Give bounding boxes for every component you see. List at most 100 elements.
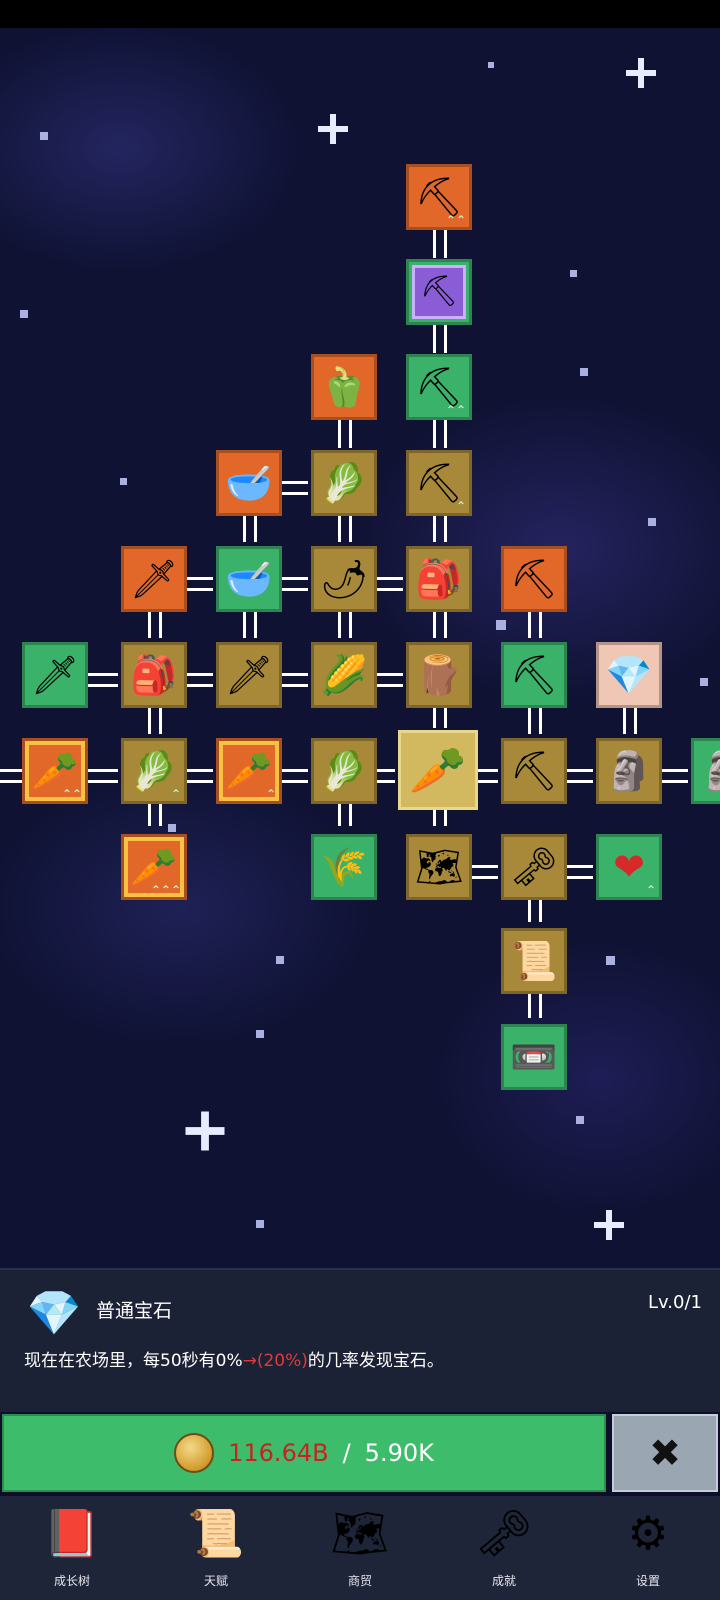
skill-node-cabbage[interactable]: 🥬 ⌃ xyxy=(121,738,187,804)
skill-node-pickaxe[interactable]: ⛏ xyxy=(501,642,567,708)
skill-node-cabbage[interactable]: 🥬 xyxy=(311,738,377,804)
current-coins: 116.64B xyxy=(228,1439,329,1467)
skill-node-wooden-staff[interactable]: 🪵 xyxy=(406,642,472,708)
sword-icon: 🗡 xyxy=(30,653,80,697)
skill-node-statue[interactable]: 🗿 xyxy=(596,738,662,804)
tree-link xyxy=(528,708,542,734)
skill-node-backpack[interactable]: 🎒 xyxy=(406,546,472,612)
tree-link xyxy=(433,708,447,728)
pickaxe-icon: ⛏ xyxy=(509,557,559,601)
skill-node-sword[interactable]: 🗡 xyxy=(121,546,187,612)
skill-node-wheat[interactable]: 🌾 xyxy=(311,834,377,900)
wooden-staff-icon: 🪵 xyxy=(415,653,463,697)
gear-icon: ⚙ xyxy=(627,1506,669,1560)
desc-arrow: → xyxy=(242,1351,257,1371)
gem-icon: 💎 xyxy=(605,653,653,697)
tree-link xyxy=(433,612,447,638)
tree-link xyxy=(243,612,257,638)
sword-icon: 🗡 xyxy=(224,653,274,697)
required-coins: 5.90K xyxy=(364,1439,434,1467)
skill-node-sword[interactable]: 🗡 xyxy=(216,642,282,708)
status-bar xyxy=(0,0,720,28)
skill-info-panel: 💎 普通宝石 Lv.0/1 现在在农场里，每50秒有0%→(20%)的几率发现宝… xyxy=(0,1268,720,1412)
upgrade-button[interactable]: 116.64B / 5.90K xyxy=(2,1414,606,1492)
wheat-icon: 🌾 xyxy=(320,845,368,889)
nav-label: 商贸 xyxy=(347,1574,372,1588)
skill-node-bell-pepper[interactable]: 🫑 xyxy=(311,354,377,420)
skill-node-shovel-rare[interactable]: ⛏ xyxy=(406,259,472,325)
skill-node-carrot-gold[interactable]: 🥕 ⌃⌃⌃ xyxy=(121,834,187,900)
skill-tree-viewport[interactable]: ⛏ ⌃⌃ ⛏ ⛏ ⌃⌃ 🫑 🥣 🥬 ⛏ ⌃ 🗡 🥣 🌶 🎒 ⛏ 🗡 🎒 🗡 🌽 🪵 ⛏… xyxy=(0,28,720,1268)
skill-node-carrot-gold[interactable]: 🥕 ⌃⌃ xyxy=(22,738,88,804)
skill-node-corn[interactable]: 🌽 xyxy=(311,642,377,708)
carrot-gold-icon: 🥕 xyxy=(225,749,273,793)
map-icon: 🗺 xyxy=(414,845,464,889)
skill-node-carrot-root[interactable]: 🥕 xyxy=(398,730,478,810)
nav-label: 天赋 xyxy=(203,1574,228,1588)
nav-label: 成长树 xyxy=(53,1574,90,1588)
skill-node-map[interactable]: 🗺 xyxy=(406,834,472,900)
key-icon: 🗝 xyxy=(474,1506,534,1560)
skill-node-shovel[interactable]: ⛏ ⌃⌃ xyxy=(406,354,472,420)
backpack-icon: 🎒 xyxy=(415,557,463,601)
nav-label: 成就 xyxy=(491,1574,516,1588)
carrot-gold-icon: 🥕 xyxy=(31,749,79,793)
heart-icon: ❤ xyxy=(613,845,645,889)
skill-level: Lv.0/1 xyxy=(648,1292,702,1313)
skill-node-key[interactable]: 🗝 xyxy=(501,834,567,900)
skill-node-pickaxe[interactable]: ⛏ xyxy=(501,738,567,804)
shovel-icon: ⛏ xyxy=(414,175,464,219)
skill-node-radish[interactable]: 🥬 xyxy=(311,450,377,516)
nav-achievements[interactable]: 🗝 成就 xyxy=(432,1496,576,1600)
tree-link xyxy=(86,673,118,687)
skill-node-bowl[interactable]: 🥣 xyxy=(216,546,282,612)
skill-tree: ⛏ ⌃⌃ ⛏ ⛏ ⌃⌃ 🫑 🥣 🥬 ⛏ ⌃ 🗡 🥣 🌶 🎒 ⛏ 🗡 🎒 🗡 🌽 🪵 ⛏… xyxy=(0,28,720,1268)
tree-link xyxy=(243,516,257,542)
coin-icon xyxy=(174,1433,215,1473)
bell-pepper-icon: 🫑 xyxy=(320,365,368,409)
tree-link xyxy=(148,708,162,734)
gem-icon: 💎 xyxy=(26,1288,82,1339)
skill-node-chili[interactable]: 🌶 xyxy=(311,546,377,612)
scroll-icon: 📜 xyxy=(510,939,558,983)
statue-icon: 🗿 xyxy=(700,752,720,790)
tree-link xyxy=(433,325,447,353)
skill-node-backpack[interactable]: 🎒 xyxy=(121,642,187,708)
book-icon: 📕 xyxy=(43,1506,101,1560)
tree-link xyxy=(528,612,542,638)
backpack-icon: 🎒 xyxy=(130,653,178,697)
tree-link xyxy=(528,990,542,1018)
desc-text-end: 的几率发现宝石。 xyxy=(307,1351,444,1371)
close-button[interactable]: ✖ xyxy=(612,1414,718,1492)
nav-trade[interactable]: 🗺 商贸 xyxy=(288,1496,432,1600)
tree-link xyxy=(148,612,162,638)
carrot-gold-icon: 🥕 xyxy=(130,845,178,889)
cabbage-icon: 🥬 xyxy=(130,749,178,793)
skill-node-carrot-gold[interactable]: 🥕 ⌃ xyxy=(216,738,282,804)
skill-node-pickaxe[interactable]: ⛏ xyxy=(501,546,567,612)
tree-link xyxy=(0,769,22,783)
nav-growth-tree[interactable]: 📕 成长树 xyxy=(0,1496,144,1600)
bowl-icon: 🥣 xyxy=(225,557,273,601)
sword-icon: 🗡 xyxy=(129,557,179,601)
skill-node-bowl[interactable]: 🥣 xyxy=(216,450,282,516)
tree-link xyxy=(338,420,352,448)
cabbage-icon: 🥬 xyxy=(320,749,368,793)
skill-node-scroll[interactable]: 📜 xyxy=(501,928,567,994)
nav-talent[interactable]: 📜 天赋 xyxy=(144,1496,288,1600)
nav-label: 设置 xyxy=(635,1574,660,1588)
skill-node-gem[interactable]: 💎 xyxy=(596,642,662,708)
close-icon: ✖ xyxy=(649,1431,681,1475)
skill-node-statue[interactable]: 🗿 xyxy=(691,738,720,804)
bottom-nav: 📕 成长树 📜 天赋 🗺 商贸 🗝 成就 ⚙ 设置 xyxy=(0,1496,720,1600)
corn-icon: 🌽 xyxy=(320,653,368,697)
skill-node-shovel[interactable]: ⛏ ⌃ xyxy=(406,450,472,516)
skill-node-cassette[interactable]: 📼 xyxy=(501,1024,567,1090)
chili-icon: 🌶 xyxy=(319,557,369,601)
skill-node-sword[interactable]: 🗡 xyxy=(22,642,88,708)
skill-node-shovel[interactable]: ⛏ ⌃⌃ xyxy=(406,164,472,230)
nav-settings[interactable]: ⚙ 设置 xyxy=(576,1496,720,1600)
skill-description: 现在在农场里，每50秒有0%→(20%)的几率发现宝石。 xyxy=(24,1346,444,1371)
cassette-icon: 📼 xyxy=(510,1035,558,1079)
skill-node-heart[interactable]: ❤ ⌃ xyxy=(596,834,662,900)
